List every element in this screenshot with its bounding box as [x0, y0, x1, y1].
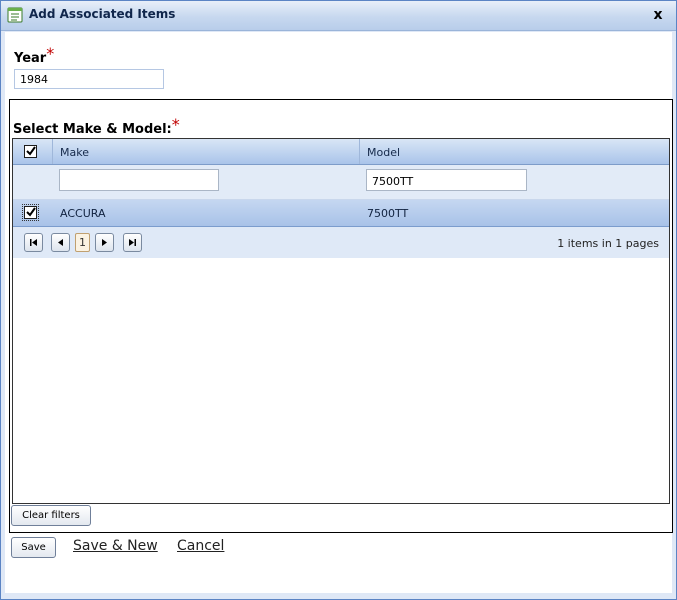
pager: 1 1 items in 1 pages [13, 227, 669, 258]
make-model-required-mark: * [171, 115, 180, 134]
grid-header: Make Model [13, 139, 669, 165]
make-filter-input[interactable] [59, 169, 219, 191]
cancel-link[interactable]: Cancel [177, 538, 224, 554]
make-model-label: Select Make & Model:* [13, 115, 180, 137]
make-model-label-text: Select Make & Model: [13, 122, 172, 137]
last-page-icon[interactable] [123, 233, 142, 252]
clear-filters-button[interactable]: Clear filters [11, 505, 91, 526]
page-number-button[interactable]: 1 [75, 233, 90, 252]
year-required-mark: * [46, 44, 55, 63]
save-and-new-link[interactable]: Save & New [73, 538, 158, 554]
dialog-content: Year* Select Make & Model:* Make Model [5, 32, 673, 593]
close-icon[interactable]: x [650, 6, 666, 24]
column-separator [52, 139, 53, 164]
cell-make: ACCURA [60, 207, 106, 220]
filter-row [13, 165, 669, 200]
year-input[interactable] [14, 69, 164, 89]
next-page-icon[interactable] [95, 233, 114, 252]
model-filter-input[interactable] [366, 169, 527, 191]
cell-model: 7500TT [367, 207, 409, 220]
title-bar[interactable]: Add Associated Items x [1, 1, 676, 31]
row-checkbox[interactable] [22, 204, 39, 221]
form-icon [7, 7, 23, 23]
column-header-make[interactable]: Make [60, 139, 89, 164]
column-header-model[interactable]: Model [367, 139, 400, 164]
column-separator [359, 139, 360, 164]
pager-info: 1 items in 1 pages [557, 237, 659, 250]
dialog-window: Add Associated Items x Year* Select Make… [0, 0, 677, 600]
first-page-icon[interactable] [24, 233, 43, 252]
year-label-text: Year [14, 51, 47, 66]
make-model-panel: Select Make & Model:* Make Model 7500TT … [9, 99, 673, 533]
select-all-checkbox[interactable] [24, 145, 37, 158]
prev-page-icon[interactable] [51, 233, 70, 252]
make-model-grid: Make Model ACCURA 7500TT [12, 138, 670, 504]
dialog-title: Add Associated Items [29, 7, 176, 21]
save-button[interactable]: Save [11, 537, 56, 558]
year-label: Year* [14, 44, 55, 66]
table-row[interactable]: ACCURA 7500TT [13, 200, 669, 227]
